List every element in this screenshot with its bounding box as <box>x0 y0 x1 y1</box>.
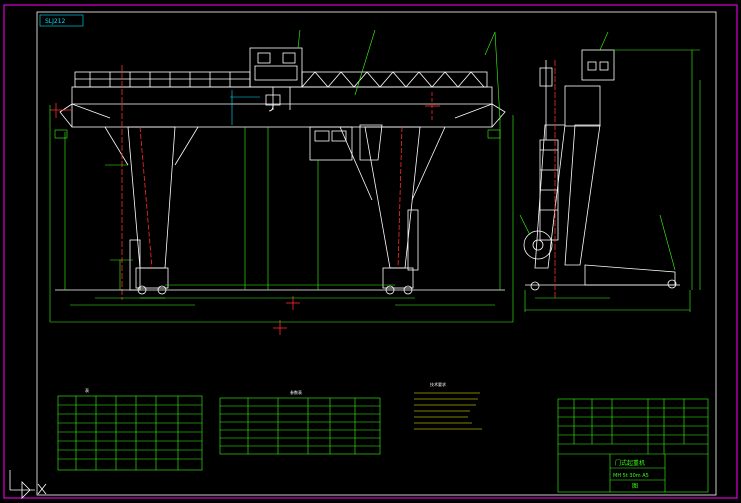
railing-posts <box>89 72 231 87</box>
title-block-mark: 图 <box>632 483 638 490</box>
lattice-truss <box>301 71 488 88</box>
side-leg-right <box>564 124 601 266</box>
param-table-mark: 参数表 <box>290 389 302 395</box>
title-block-name: 门式起重机 <box>615 459 645 467</box>
front-view <box>50 47 506 335</box>
param-table: 参数表 <box>219 389 381 455</box>
main-table-mark: 表 <box>85 387 89 393</box>
main-girder <box>71 86 493 128</box>
ucs-icon <box>9 470 47 499</box>
left-leg <box>127 126 176 269</box>
title-block-code: MH 5t 30m A5 <box>613 473 649 479</box>
main-spec-table: 表 <box>57 387 203 471</box>
tag-label: SLJ212 <box>45 18 66 25</box>
right-leg <box>364 126 421 269</box>
side-trolley <box>581 49 615 81</box>
railing <box>74 71 251 88</box>
side-view <box>523 49 680 300</box>
title-block: 门式起重机 MH 5t 30m A5 图 <box>557 398 709 493</box>
side-leg-left <box>534 124 566 269</box>
hook-block <box>265 87 291 112</box>
technical-notes: 技术要求 <box>414 381 482 430</box>
side-wheel <box>523 230 553 260</box>
cad-drawing-canvas: SLJ212 技术要求 表 参数表 门式起重机 MH 5t 30m A5 图 <box>3 4 738 499</box>
notes-title: 技术要求 <box>430 381 446 387</box>
side-dimensions <box>519 31 701 312</box>
